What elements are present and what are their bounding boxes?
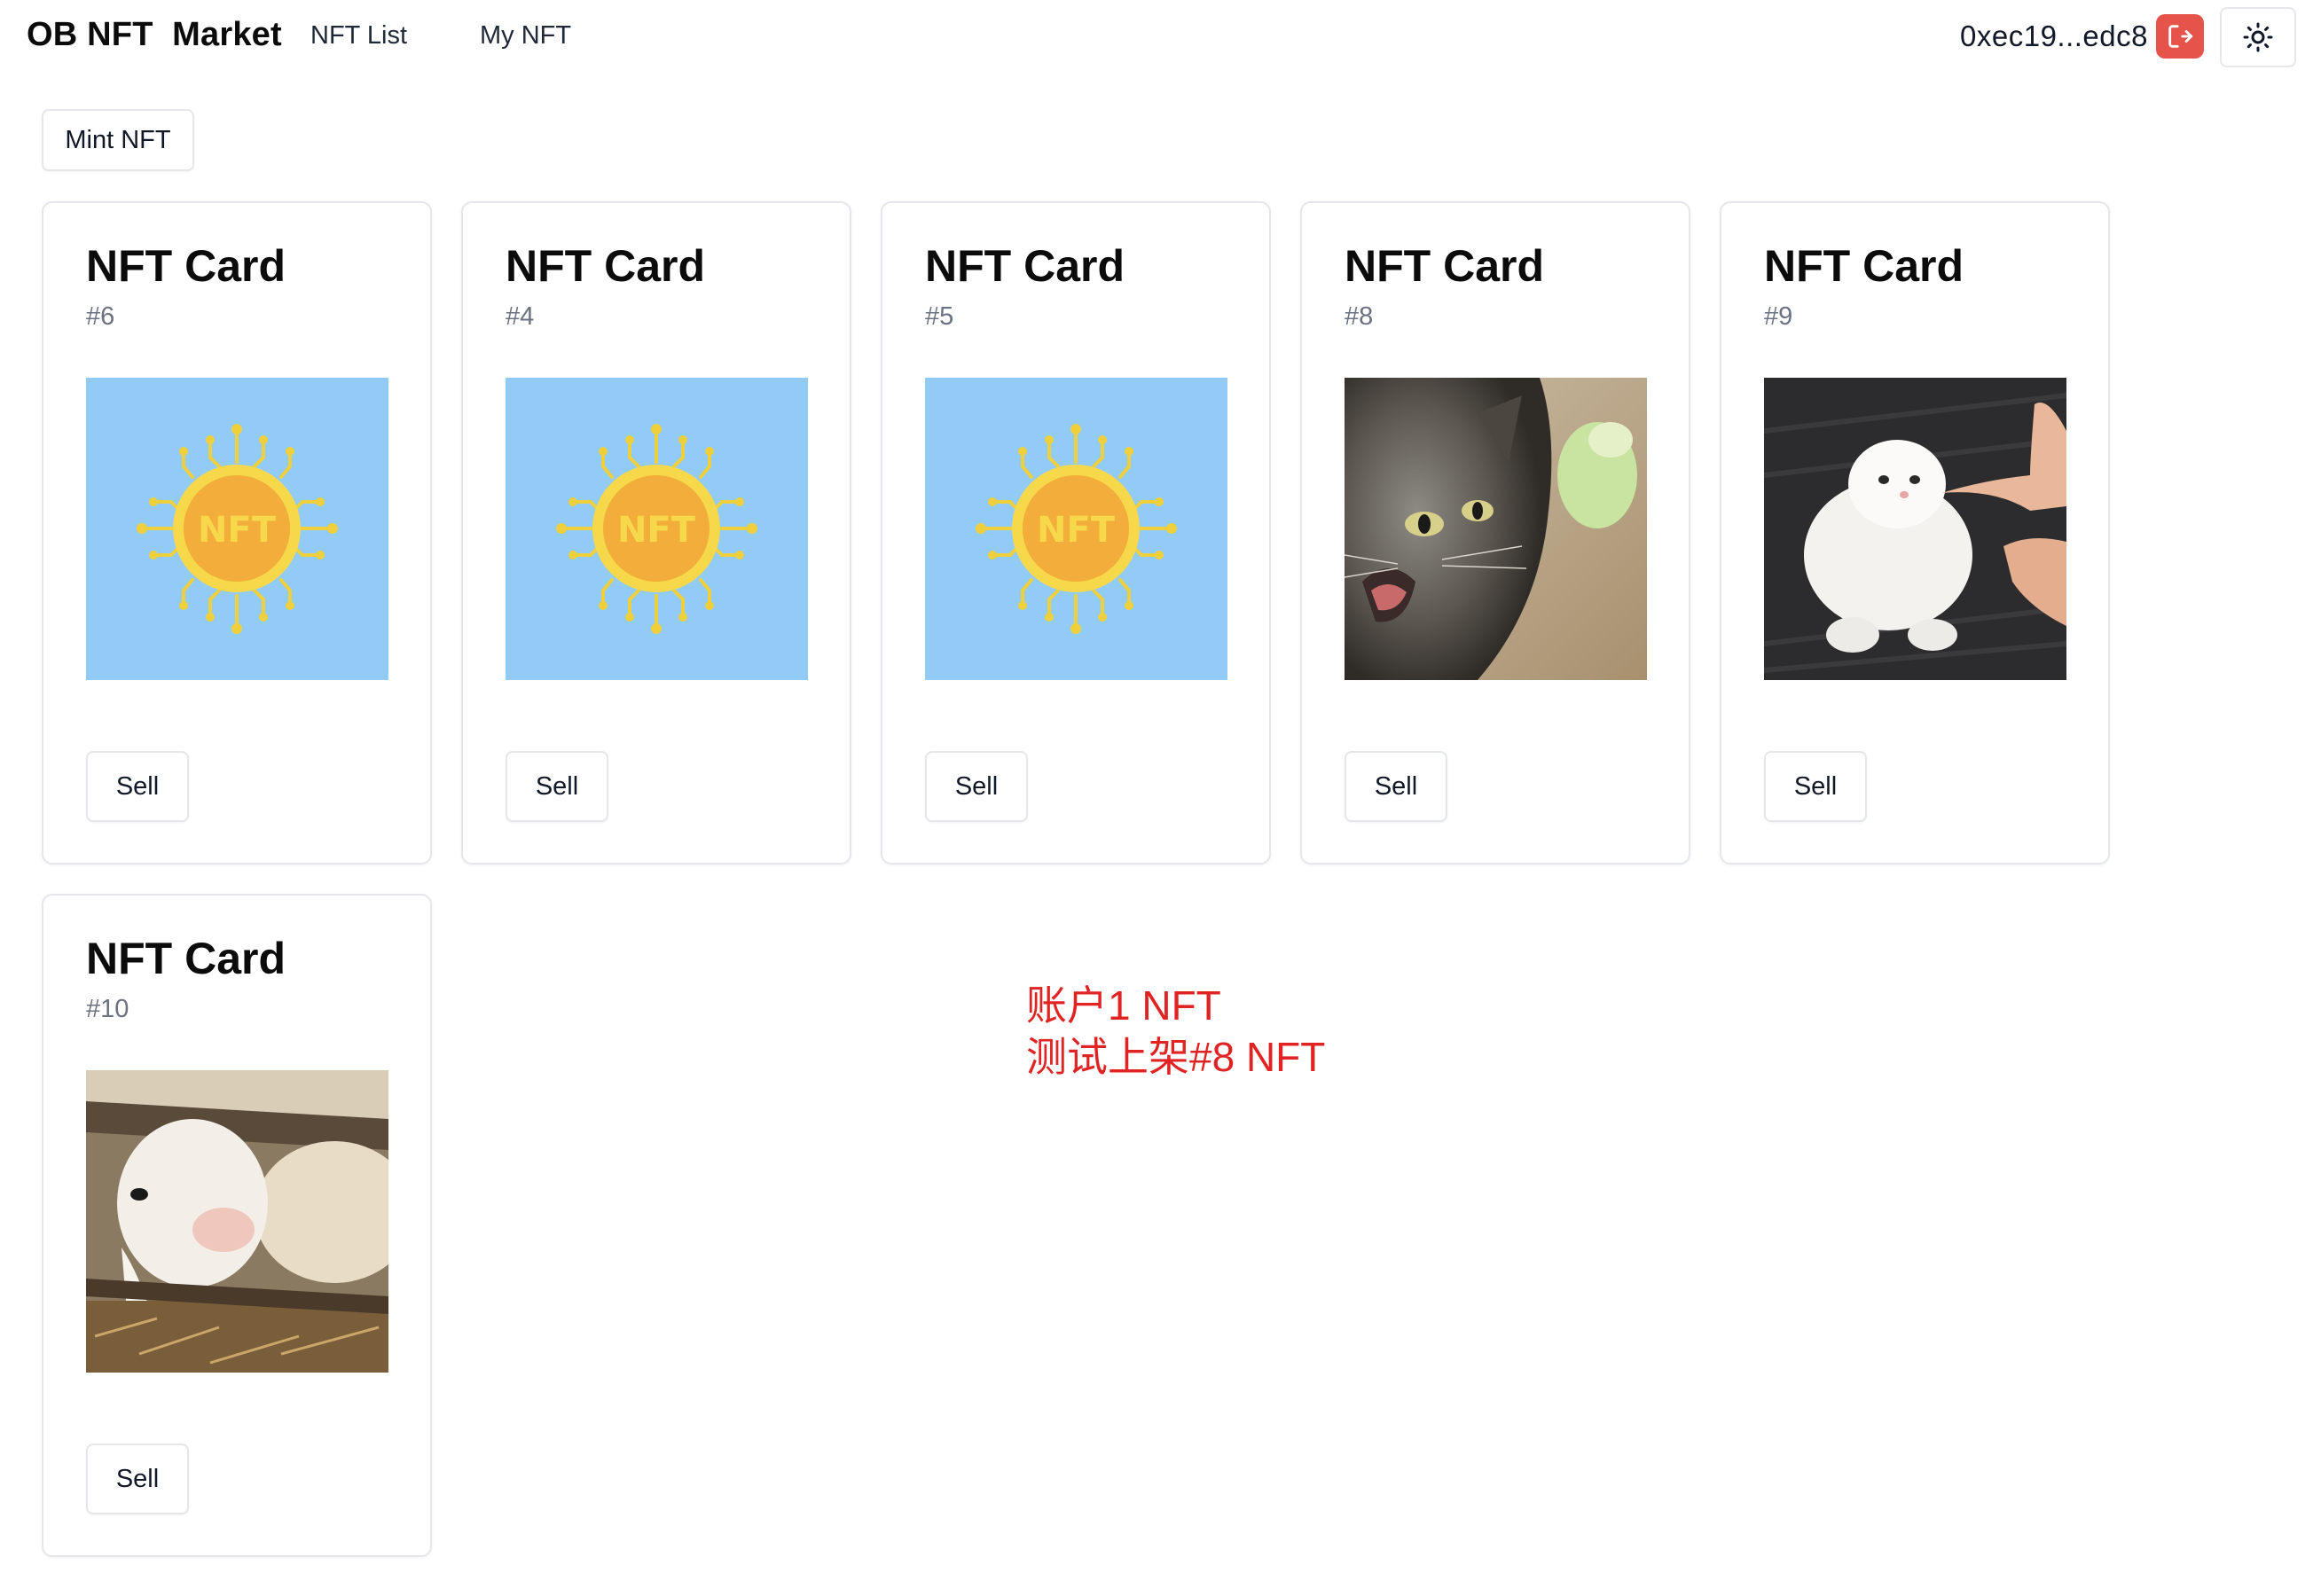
svg-text:NFT: NFT bbox=[617, 510, 696, 551]
nft-card: NFT Card #8 Sell bbox=[1300, 201, 1690, 864]
svg-text:NFT: NFT bbox=[198, 510, 277, 551]
card-token-id: #9 bbox=[1764, 302, 1793, 331]
theme-toggle-button[interactable] bbox=[2220, 7, 2296, 67]
nft-card: NFT Card #10 Sell bbox=[42, 894, 432, 1557]
annotation-line-1: 账户1 NFT bbox=[1026, 982, 1221, 1029]
card-title: NFT Card bbox=[506, 241, 705, 291]
sell-button[interactable]: Sell bbox=[86, 751, 189, 822]
card-token-id: #10 bbox=[86, 995, 129, 1023]
logout-icon bbox=[2168, 25, 2193, 48]
card-title: NFT Card bbox=[1764, 241, 1964, 291]
svg-text:NFT: NFT bbox=[1037, 510, 1116, 551]
lamb-photo bbox=[86, 1070, 388, 1373]
top-navigation-bar: OB NFT Market NFT List My NFT 0xec19...e… bbox=[0, 0, 2313, 74]
nft-image bbox=[1345, 378, 1647, 680]
sell-button[interactable]: Sell bbox=[86, 1443, 189, 1514]
sell-button[interactable]: Sell bbox=[1345, 751, 1447, 822]
sell-button[interactable]: Sell bbox=[1764, 751, 1867, 822]
wallet-address: 0xec19...edc8 bbox=[1960, 20, 2148, 52]
sun-icon bbox=[2243, 22, 2273, 52]
nft-image bbox=[86, 1070, 388, 1373]
nav-link-nft-list[interactable]: NFT List bbox=[310, 21, 407, 51]
sell-button[interactable]: Sell bbox=[506, 751, 608, 822]
annotation-line-2: 测试上架#8 NFT bbox=[1026, 1034, 1326, 1080]
card-title: NFT Card bbox=[86, 934, 286, 983]
card-title: NFT Card bbox=[1345, 241, 1544, 291]
nft-card: NFT Card #4 NFT Sell bbox=[461, 201, 851, 864]
card-title: NFT Card bbox=[86, 241, 286, 291]
nft-image: NFT bbox=[86, 378, 388, 680]
angry-grey-cat-photo bbox=[1345, 378, 1647, 680]
brand-title[interactable]: OB NFT Market bbox=[27, 16, 282, 54]
nft-card: NFT Card #5 NFT Sell bbox=[881, 201, 1271, 864]
card-token-id: #8 bbox=[1345, 302, 1374, 331]
card-token-id: #6 bbox=[86, 302, 115, 331]
nav-link-my-nft[interactable]: My NFT bbox=[480, 21, 571, 51]
nft-chip-logo: NFT bbox=[86, 378, 388, 680]
white-kitten-photo bbox=[1764, 378, 2066, 680]
nft-image: NFT bbox=[506, 378, 808, 680]
nft-image: NFT bbox=[925, 378, 1227, 680]
mint-nft-button[interactable]: Mint NFT bbox=[42, 109, 194, 171]
card-title: NFT Card bbox=[925, 241, 1125, 291]
logout-button[interactable] bbox=[2156, 14, 2204, 59]
nft-card: NFT Card #6 NFT Sell bbox=[42, 201, 432, 864]
nft-card: NFT Card #9 Sell bbox=[1720, 201, 2110, 864]
nft-chip-logo: NFT bbox=[925, 378, 1227, 680]
annotation-note: 账户1 NFT 测试上架#8 NFT bbox=[1026, 980, 1325, 1083]
nft-image bbox=[1764, 378, 2066, 680]
sell-button[interactable]: Sell bbox=[925, 751, 1028, 822]
card-token-id: #4 bbox=[506, 302, 535, 331]
nft-chip-logo: NFT bbox=[506, 378, 808, 680]
card-token-id: #5 bbox=[925, 302, 954, 331]
